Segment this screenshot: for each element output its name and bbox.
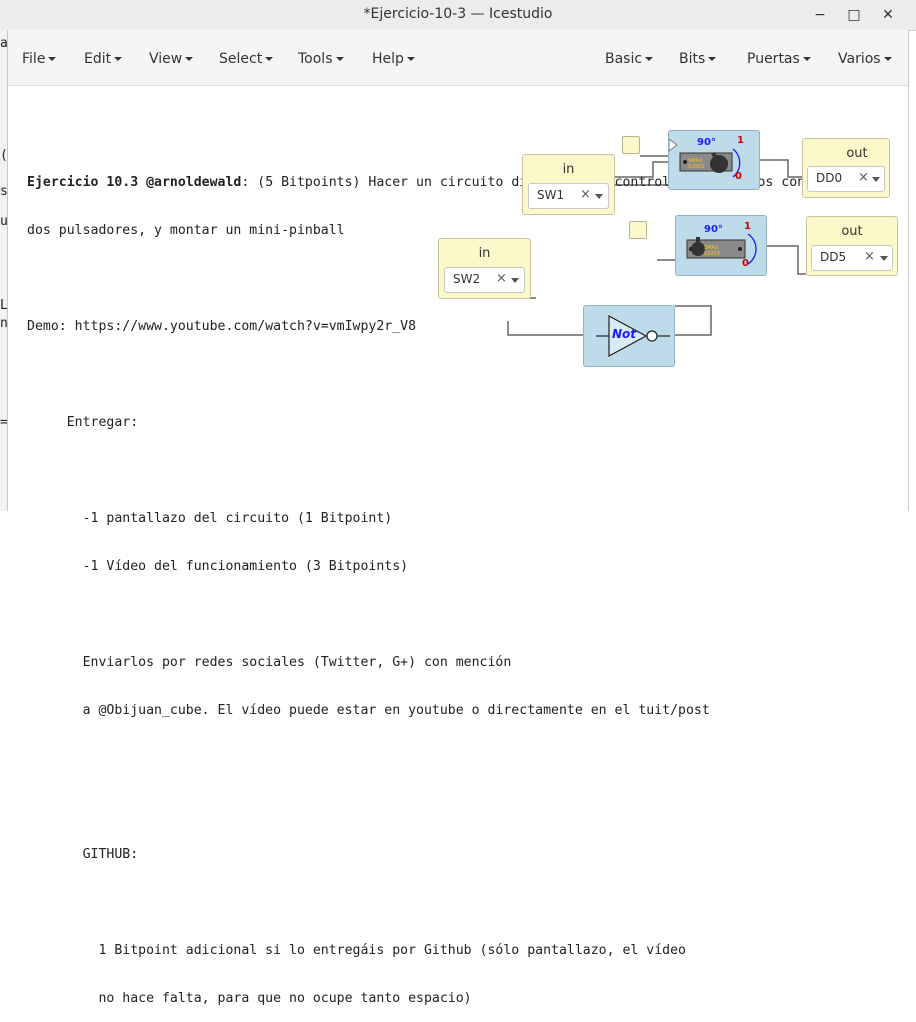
dropdown-arrow-icon[interactable] (511, 278, 519, 283)
menu-label: View (149, 51, 183, 67)
caret-down-icon (265, 57, 274, 61)
servo-low: 0 (735, 171, 742, 182)
pin-select-dd0[interactable]: DD0 × (807, 166, 885, 192)
design-canvas[interactable]: Ejercicio 10.3 @arnoldewald: (5 Bitpoint… (8, 86, 908, 1006)
pin-select-dd5[interactable]: DD5 × (811, 245, 893, 271)
note-heading: Ejercicio 10.3 @arnoldewald (27, 175, 242, 190)
dropdown-arrow-icon[interactable] (880, 256, 888, 261)
note-line: a @Obijuan_cube. El vídeo puede estar en… (27, 703, 710, 718)
note-line: GITHUB: (27, 847, 139, 862)
input-block-sw1[interactable]: in SW1 × (522, 154, 615, 215)
servo-low: 0 (742, 258, 749, 269)
caret-down-icon (708, 57, 717, 61)
note-line: no hace falta, para que no ocupe tanto e… (27, 991, 472, 1006)
svg-text:S3003: S3003 (704, 251, 720, 257)
pin-value: DD5 (820, 250, 847, 264)
pin-value: SW1 (537, 188, 565, 202)
menu-label: Bits (679, 51, 706, 67)
window-title: *Ejercicio-10-3 — Icestudio (363, 6, 553, 22)
menu-bits[interactable]: Bits (679, 51, 717, 67)
menu-varios[interactable]: Varios (838, 51, 892, 67)
menu-label: Puertas (747, 51, 800, 67)
note-line: Enviarlos por redes sociales (Twitter, G… (27, 655, 512, 670)
menu-label: Select (219, 51, 263, 67)
note-line: 1 Bitpoint adicional si lo entregáis por… (27, 943, 686, 958)
note-line: -1 pantallazo del circuito (1 Bitpoint) (27, 511, 393, 526)
menu-label: Edit (84, 51, 112, 67)
caret-down-icon (883, 57, 892, 61)
menu-label: Varios (838, 51, 881, 67)
output-block-dd5[interactable]: out DD5 × (806, 216, 898, 276)
servo-angle: 90° (704, 224, 723, 235)
block-label: in (562, 162, 575, 177)
constant-block-1[interactable] (622, 136, 640, 154)
servo-angle: 90° (697, 137, 716, 148)
block-label: out (841, 224, 863, 239)
caret-down-icon (48, 57, 57, 61)
caret-down-icon (114, 57, 123, 61)
caret-down-icon (802, 57, 811, 61)
note-line: ​ (27, 799, 805, 815)
servo-block-2[interactable]: SMAX S3003 90° 1 0 (675, 215, 767, 276)
output-block-dd0[interactable]: out DD0 × (802, 138, 890, 198)
icestudio-window: File Edit View Select Tools Help Basic B… (7, 30, 909, 1006)
menu-label: Tools (298, 51, 333, 67)
note-line: ​ (27, 895, 805, 911)
note-line: ​ (27, 607, 805, 623)
note-line: -1 Vídeo del funcionamiento (3 Bitpoints… (27, 559, 409, 574)
maximize-button[interactable]: □ (845, 6, 863, 24)
minimize-button[interactable]: − (811, 6, 829, 24)
note-line: ​ (27, 463, 805, 479)
caret-down-icon (335, 57, 344, 61)
menu-file[interactable]: File (22, 51, 57, 67)
menu-help[interactable]: Help (372, 51, 415, 67)
svg-text:S3003: S3003 (688, 164, 704, 170)
clear-icon[interactable]: × (858, 170, 869, 185)
menu-bar: File Edit View Select Tools Help Basic B… (8, 30, 908, 86)
menu-edit[interactable]: Edit (84, 51, 123, 67)
pin-value: SW2 (453, 272, 481, 286)
not-gate-label: Not (612, 327, 637, 341)
servo-high: 1 (737, 135, 744, 146)
dropdown-arrow-icon[interactable] (595, 194, 603, 199)
caret-down-icon (185, 57, 194, 61)
menu-view[interactable]: View (149, 51, 194, 67)
not-gate-block[interactable]: Not (583, 305, 675, 367)
menu-tools[interactable]: Tools (298, 51, 344, 67)
close-button[interactable]: ✕ (879, 6, 897, 24)
menu-select[interactable]: Select (219, 51, 274, 67)
menu-label: Basic (605, 51, 643, 67)
note-line: ​ (27, 751, 805, 767)
menu-puertas[interactable]: Puertas (747, 51, 811, 67)
caret-down-icon (645, 57, 654, 61)
clear-icon[interactable]: × (496, 271, 507, 286)
pin-select-sw2[interactable]: SW2 × (444, 267, 525, 293)
note-line: Entregar: (27, 415, 139, 430)
window-titlebar: *Ejercicio-10-3 — Icestudio − □ ✕ (0, 0, 916, 31)
menu-basic[interactable]: Basic (605, 51, 654, 67)
menu-label: Help (372, 51, 404, 67)
servo-high: 1 (744, 221, 751, 232)
pin-select-sw1[interactable]: SW1 × (528, 183, 609, 209)
dropdown-arrow-icon[interactable] (872, 177, 880, 182)
note-line: Demo: https://www.youtube.com/watch?v=vm… (27, 319, 417, 334)
menu-label: File (22, 51, 46, 67)
pin-value: DD0 (816, 171, 843, 185)
clear-icon[interactable]: × (580, 187, 591, 202)
background-window: a ( s u L n = (0, 30, 8, 511)
caret-down-icon (406, 57, 415, 61)
note-line: ​ (27, 367, 805, 383)
servo-block-1[interactable]: SMAX S3003 90° 1 0 (668, 130, 760, 190)
block-label: in (478, 246, 491, 261)
clear-icon[interactable]: × (864, 249, 875, 264)
input-block-sw2[interactable]: in SW2 × (438, 238, 531, 299)
block-label: out (846, 146, 868, 161)
constant-block-2[interactable] (629, 221, 647, 239)
